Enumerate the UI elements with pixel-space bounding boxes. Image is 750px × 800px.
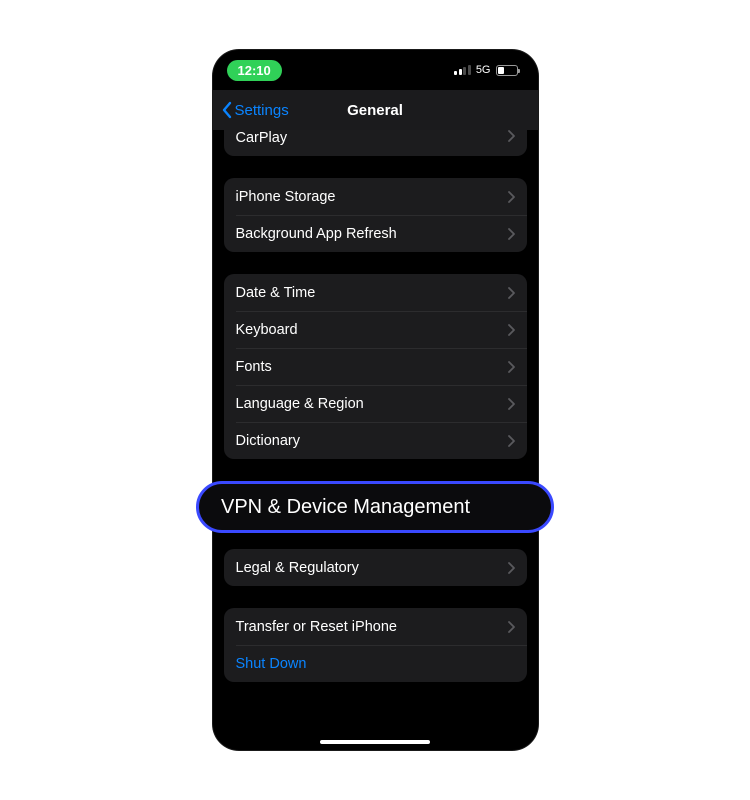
row-label: Fonts	[236, 359, 507, 375]
row-background-refresh[interactable]: Background App Refresh	[224, 215, 527, 252]
row-date-time[interactable]: Date & Time	[224, 274, 527, 311]
group-carplay: CarPlay	[224, 130, 527, 156]
row-label: CarPlay	[236, 130, 507, 146]
row-label: Language & Region	[236, 396, 507, 412]
back-button[interactable]: Settings	[221, 101, 289, 119]
row-dictionary[interactable]: Dictionary	[224, 422, 527, 459]
status-time-pill[interactable]: 12:10	[227, 60, 282, 81]
battery-icon	[496, 65, 518, 76]
row-shut-down[interactable]: Shut Down	[224, 645, 527, 682]
card-container: 12:10 5G Settings General CarPlay	[0, 0, 750, 800]
chevron-right-icon	[507, 621, 515, 633]
chevron-right-icon	[507, 324, 515, 336]
chevron-right-icon	[507, 361, 515, 373]
row-fonts[interactable]: Fonts	[224, 348, 527, 385]
group-input-region: Date & Time Keyboard Fonts Language & Re…	[224, 274, 527, 459]
row-vpn-device-management[interactable]	[224, 481, 527, 527]
signal-icon	[454, 65, 471, 75]
nav-bar: Settings General	[213, 90, 538, 130]
row-label: Date & Time	[236, 285, 507, 301]
chevron-right-icon	[507, 435, 515, 447]
row-transfer-reset[interactable]: Transfer or Reset iPhone	[224, 608, 527, 645]
chevron-right-icon	[507, 130, 515, 142]
chevron-right-icon	[507, 287, 515, 299]
status-bar: 12:10 5G	[213, 50, 538, 90]
chevron-right-icon	[507, 228, 515, 240]
row-keyboard[interactable]: Keyboard	[224, 311, 527, 348]
row-carplay[interactable]: CarPlay	[224, 130, 527, 156]
row-label: Dictionary	[236, 433, 507, 449]
row-label: Keyboard	[236, 322, 507, 338]
row-label: Legal & Regulatory	[236, 560, 507, 576]
content-scroll[interactable]: CarPlay iPhone Storage Background App Re…	[213, 130, 538, 750]
status-right-cluster: 5G	[454, 64, 517, 76]
row-legal-regulatory[interactable]: Legal & Regulatory	[224, 549, 527, 586]
row-label: Transfer or Reset iPhone	[236, 619, 507, 635]
row-label: Background App Refresh	[236, 226, 507, 242]
row-iphone-storage[interactable]: iPhone Storage	[224, 178, 527, 215]
row-label: Shut Down	[236, 656, 515, 672]
row-language-region[interactable]: Language & Region	[224, 385, 527, 422]
chevron-right-icon	[507, 562, 515, 574]
group-legal: Legal & Regulatory	[224, 549, 527, 586]
chevron-right-icon	[507, 191, 515, 203]
home-indicator[interactable]	[320, 740, 430, 744]
network-label: 5G	[476, 64, 491, 76]
chevron-left-icon	[221, 101, 233, 119]
group-storage: iPhone Storage Background App Refresh	[224, 178, 527, 252]
group-reset: Transfer or Reset iPhone Shut Down	[224, 608, 527, 682]
row-label: iPhone Storage	[236, 189, 507, 205]
chevron-right-icon	[507, 398, 515, 410]
back-label: Settings	[235, 102, 289, 119]
phone-frame: 12:10 5G Settings General CarPlay	[213, 50, 538, 750]
